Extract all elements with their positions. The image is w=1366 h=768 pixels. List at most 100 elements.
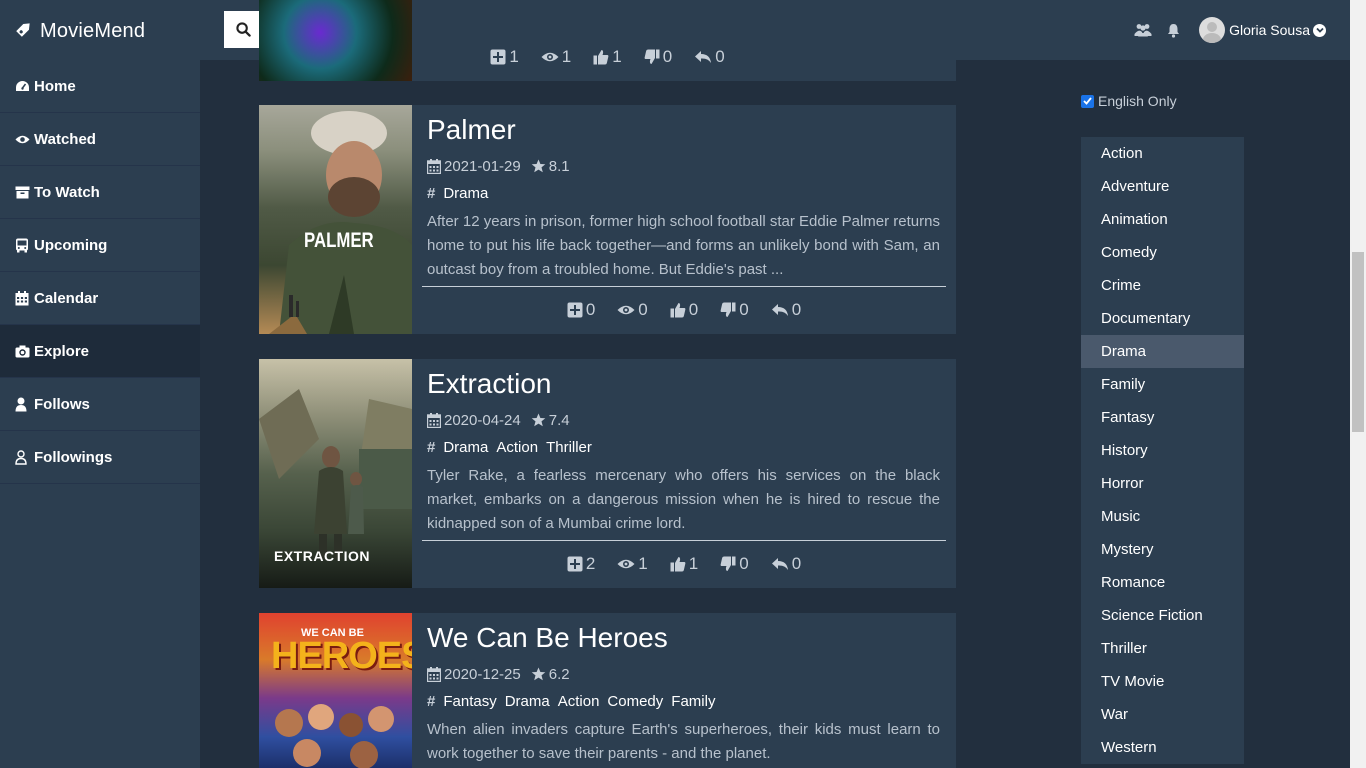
dislike-stat[interactable]: 0 xyxy=(720,300,749,320)
user-area: Gloria Sousa xyxy=(1127,16,1326,44)
movie-card[interactable]: PALMER Palmer 2021-01-29 8.1 # Drama Aft… xyxy=(259,105,956,334)
sidebar-item-home[interactable]: Home xyxy=(0,60,200,113)
movie-genres: # Fantasy Drama Action Comedy Family xyxy=(427,691,946,711)
genre-tag[interactable]: Family xyxy=(671,693,715,710)
views-stat[interactable]: 1 xyxy=(617,554,648,574)
user-name[interactable]: Gloria Sousa xyxy=(1229,22,1310,38)
movie-poster[interactable]: WE CAN BE HEROES xyxy=(259,613,412,768)
reply-stat[interactable]: 0 xyxy=(694,47,725,67)
star-icon xyxy=(531,159,546,173)
sidebar-item-watched[interactable]: Watched xyxy=(0,113,200,166)
add-stat[interactable]: 2 xyxy=(567,554,595,574)
brand-link[interactable]: MovieMend xyxy=(14,17,145,45)
users-icon[interactable] xyxy=(1127,16,1158,44)
eye-icon xyxy=(15,134,31,145)
sidebar-item-label: Followings xyxy=(34,448,113,466)
calendar-icon xyxy=(15,290,31,306)
genre-filter-item[interactable]: Family xyxy=(1081,368,1244,401)
sidebar-item-label: To Watch xyxy=(34,183,100,201)
genre-tag[interactable]: Comedy xyxy=(607,693,663,710)
sidebar-item-to-watch[interactable]: To Watch xyxy=(0,166,200,219)
english-only-filter[interactable]: English Only xyxy=(1081,93,1177,109)
add-stat[interactable]: 1 xyxy=(490,47,519,67)
sidebar-item-upcoming[interactable]: Upcoming xyxy=(0,219,200,272)
movie-poster[interactable] xyxy=(259,0,412,81)
release-date: 2020-04-24 xyxy=(444,411,521,429)
views-stat[interactable]: 0 xyxy=(617,300,648,320)
genre-filter-item[interactable]: Action xyxy=(1081,137,1244,170)
genre-tag[interactable]: Thriller xyxy=(546,439,592,456)
chevron-down-icon[interactable] xyxy=(1313,23,1326,37)
sidebar-item-followings[interactable]: Followings xyxy=(0,431,200,484)
genre-filter-item[interactable]: Romance xyxy=(1081,566,1244,599)
genre-filter-item[interactable]: Documentary xyxy=(1081,302,1244,335)
genre-tag[interactable]: Action xyxy=(558,693,600,710)
english-only-checkbox[interactable] xyxy=(1081,94,1094,108)
genre-filter-item[interactable]: TV Movie xyxy=(1081,665,1244,698)
sidebar-item-follows[interactable]: Follows xyxy=(0,378,200,431)
views-stat[interactable]: 1 xyxy=(541,47,571,67)
genre-tag[interactable]: Drama xyxy=(443,439,488,456)
brand-name: MovieMend xyxy=(40,19,146,42)
genre-filter-item-selected[interactable]: Drama xyxy=(1081,335,1244,368)
movie-meta: 2020-04-24 7.4 xyxy=(427,410,946,430)
genre-filter-item[interactable]: Mystery xyxy=(1081,533,1244,566)
genre-filter-item[interactable]: Horror xyxy=(1081,467,1244,500)
like-stat[interactable]: 0 xyxy=(670,300,698,320)
calendar-icon xyxy=(427,666,441,682)
sidebar-item-explore[interactable]: Explore xyxy=(0,325,200,378)
sidebar-item-calendar[interactable]: Calendar xyxy=(0,272,200,325)
movie-poster[interactable]: PALMER xyxy=(259,105,412,334)
genre-tag[interactable]: Action xyxy=(496,439,538,456)
genre-filter-item[interactable]: Science Fiction xyxy=(1081,599,1244,632)
genre-filter-item[interactable]: Western xyxy=(1081,731,1244,764)
movie-card[interactable]: EXTRACTION Extraction 2020-04-24 7.4 # D… xyxy=(259,359,956,588)
genre-filter-item[interactable]: Adventure xyxy=(1081,170,1244,203)
poster-title-text: PALMER xyxy=(304,229,374,252)
movie-meta: 2021-01-29 8.1 xyxy=(427,156,946,176)
movie-genres: # Drama Action Thriller xyxy=(427,437,946,457)
genre-tag[interactable]: Drama xyxy=(505,693,550,710)
hashtag-icon: # xyxy=(427,692,436,710)
reply-stat[interactable]: 0 xyxy=(771,554,801,574)
search-icon[interactable] xyxy=(224,22,262,37)
movie-title[interactable]: We Can Be Heroes xyxy=(427,621,946,655)
movie-stats: 1 1 1 0 0 xyxy=(259,47,956,67)
movie-poster[interactable]: EXTRACTION xyxy=(259,359,412,588)
release-date: 2021-01-29 xyxy=(444,157,521,175)
genre-filter-item[interactable]: Animation xyxy=(1081,203,1244,236)
movie-title[interactable]: Palmer xyxy=(427,113,946,147)
divider xyxy=(422,540,946,541)
like-stat[interactable]: 1 xyxy=(593,47,622,67)
dislike-stat[interactable]: 0 xyxy=(644,47,672,67)
genre-filter-item[interactable]: Thriller xyxy=(1081,632,1244,665)
movie-overview: After 12 years in prison, former high sc… xyxy=(427,213,940,278)
scrollbar-thumb[interactable] xyxy=(1352,252,1364,432)
sidebar-item-label: Calendar xyxy=(34,289,99,307)
rating-value: 6.2 xyxy=(548,665,570,683)
genre-filter-item[interactable]: History xyxy=(1081,434,1244,467)
genre-tag[interactable]: Drama xyxy=(443,185,488,202)
movie-info: Palmer 2021-01-29 8.1 # Drama After 12 y… xyxy=(412,105,956,282)
movie-card-previous[interactable]: 1 1 1 0 0 xyxy=(259,0,956,81)
genre-filter-item[interactable]: Comedy xyxy=(1081,236,1244,269)
avatar[interactable] xyxy=(1199,17,1226,43)
sidebar: Home Watched To Watch Upcoming Calendar … xyxy=(0,60,200,768)
genre-filter-item[interactable]: Music xyxy=(1081,500,1244,533)
movie-card[interactable]: WE CAN BE HEROES We Can Be Heroes 2020-1… xyxy=(259,613,956,768)
bell-icon[interactable] xyxy=(1158,16,1189,44)
calendar-icon xyxy=(427,412,441,428)
movie-title[interactable]: Extraction xyxy=(427,367,946,401)
page-scrollbar[interactable] xyxy=(1350,0,1366,768)
genre-filter-item[interactable]: Crime xyxy=(1081,269,1244,302)
dislike-stat[interactable]: 0 xyxy=(720,554,749,574)
hashtag-icon: # xyxy=(427,438,436,456)
reply-stat[interactable]: 0 xyxy=(771,300,801,320)
add-stat[interactable]: 0 xyxy=(567,300,595,320)
genre-tag[interactable]: Fantasy xyxy=(443,693,496,710)
movie-genres: # Drama xyxy=(427,183,946,203)
genre-filter-item[interactable]: Fantasy xyxy=(1081,401,1244,434)
like-stat[interactable]: 1 xyxy=(670,554,698,574)
movie-stats: 0 0 0 0 0 xyxy=(412,300,956,320)
genre-filter-item[interactable]: War xyxy=(1081,698,1244,731)
